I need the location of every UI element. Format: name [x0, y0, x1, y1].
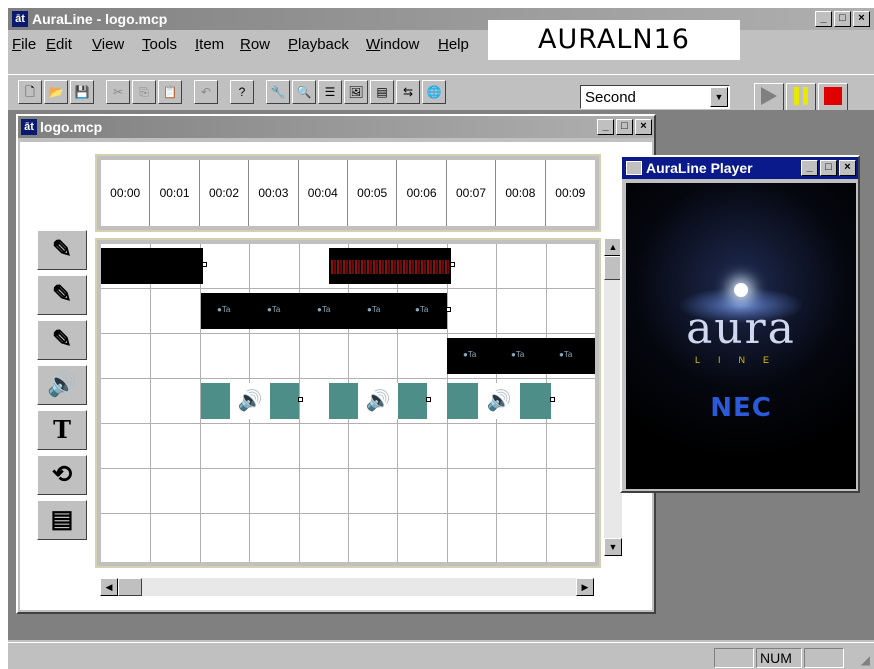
document-titlebar[interactable]: āt logo.mcp _ □ × [18, 116, 654, 138]
time-cell: 00:02 [200, 160, 250, 226]
player-window: AuraLine Player _ □ × aura LINE NEC [620, 155, 860, 493]
menu-file[interactable]: File [12, 36, 36, 53]
menu-row[interactable]: Row [240, 36, 270, 53]
menu-edit[interactable]: Edit [46, 36, 72, 53]
menu-bar: File Edit View Tools Item Row Playback W… [8, 32, 488, 54]
player-title: AuraLine Player [646, 160, 753, 176]
rows-icon[interactable]: ☰ [318, 80, 342, 104]
player-minimize-button[interactable]: _ [801, 160, 818, 176]
aura-logo: aura [686, 303, 796, 354]
scroll-right-icon[interactable]: ▶ [576, 578, 594, 596]
num-lock-indicator: NUM [756, 648, 802, 668]
menu-tools[interactable]: Tools [142, 36, 177, 53]
stop-icon[interactable] [818, 83, 848, 111]
close-button[interactable]: × [853, 11, 870, 27]
menu-playback[interactable]: Playback [288, 36, 349, 53]
speed-select-value: Second [585, 89, 636, 106]
time-cell: 00:05 [348, 160, 398, 226]
properties-icon[interactable]: 🔧 [266, 80, 290, 104]
doc-maximize-button[interactable]: □ [616, 119, 633, 135]
time-cell: 00:06 [397, 160, 447, 226]
scroll-left-icon[interactable]: ◀ [100, 578, 118, 596]
undo-icon[interactable]: ↶ [194, 80, 218, 104]
time-cell: 00:01 [150, 160, 200, 226]
status-bar: NUM ◢ [8, 642, 874, 669]
speed-select[interactable]: Second ▼ [580, 85, 730, 109]
list-icon[interactable]: ▤ [370, 80, 394, 104]
menu-item[interactable]: Item [195, 36, 224, 53]
scroll-down-icon[interactable]: ▼ [604, 538, 622, 556]
audio-row-icon[interactable]: 🔊 [37, 365, 87, 405]
auraline-app-icon[interactable]: āt [12, 11, 28, 27]
open-folder-icon[interactable]: 📂 [44, 80, 68, 104]
zoom-icon[interactable]: 🔍 [292, 80, 316, 104]
graphics-row-icon[interactable]: ✎ [37, 275, 87, 315]
player-preview: aura LINE NEC [626, 183, 856, 489]
resize-grip-icon[interactable]: ◢ [861, 653, 870, 667]
lens-flare [734, 283, 748, 297]
time-cell: 00:08 [496, 160, 546, 226]
horizontal-scroll-thumb[interactable] [118, 578, 142, 596]
notes-row-icon[interactable]: ▤ [37, 500, 87, 540]
graphics-row-icon[interactable]: ✎ [37, 230, 87, 270]
player-titlebar[interactable]: AuraLine Player _ □ × [622, 157, 858, 179]
new-file-icon[interactable]: 🗋 [18, 80, 42, 104]
graphics-row-icon[interactable]: ✎ [37, 320, 87, 360]
minimize-button[interactable]: _ [815, 11, 832, 27]
graphic-clip[interactable]: ●Ta ●Ta ●Ta ●Ta ●Ta [201, 293, 451, 329]
help-icon[interactable]: ? [230, 80, 254, 104]
horizontal-scrollbar[interactable]: ◀ ▶ [100, 578, 594, 596]
time-cell: 00:04 [299, 160, 348, 226]
copy-icon[interactable]: ⎘ [132, 80, 156, 104]
aura-logo-sub: LINE [694, 355, 787, 365]
main-titlebar[interactable]: āt AuraLine - logo.mcp _ □ × [8, 8, 874, 30]
menu-view[interactable]: View [92, 36, 124, 53]
graphic-clip[interactable] [329, 248, 455, 284]
text-row-icon[interactable]: T [37, 410, 87, 450]
toolbar: 🗋 📂 💾 ✂ ⎘ 📋 ↶ ? 🔧 🔍 ☰ 🖼 ▤ ⇆ 🌐 Second ▼ [8, 74, 874, 111]
doc-minimize-button[interactable]: _ [597, 119, 614, 135]
brand-label: AURALN16 [488, 20, 740, 60]
menu-window[interactable]: Window [366, 36, 419, 53]
timeline-editor: 00:00 00:01 00:02 00:03 00:04 00:05 00:0… [20, 142, 652, 610]
speaker-icon: 🔊 [230, 383, 270, 419]
player-close-button[interactable]: × [839, 160, 856, 176]
transition-row-icon[interactable]: ⟲ [37, 455, 87, 495]
play-icon[interactable] [754, 83, 784, 111]
doc-close-button[interactable]: × [635, 119, 652, 135]
nec-logo: NEC [710, 393, 772, 423]
time-ruler: 00:00 00:01 00:02 00:03 00:04 00:05 00:0… [95, 154, 601, 232]
graphic-clip[interactable] [101, 248, 207, 284]
transfer-icon[interactable]: ⇆ [396, 80, 420, 104]
globe-icon[interactable]: 🌐 [422, 80, 446, 104]
document-window: āt logo.mcp _ □ × 00:00 00:01 00:02 00:0… [16, 114, 656, 614]
time-cell: 00:00 [101, 160, 151, 226]
player-window-icon[interactable] [626, 161, 642, 175]
document-title: logo.mcp [40, 119, 103, 135]
pause-icon[interactable] [786, 83, 816, 111]
save-icon[interactable]: 💾 [70, 80, 94, 104]
graphic-clip[interactable]: ●Ta ●Ta ●Ta [447, 338, 595, 374]
status-panel [714, 648, 754, 668]
status-panel [804, 648, 844, 668]
maximize-button[interactable]: □ [834, 11, 851, 27]
chevron-down-icon[interactable]: ▼ [710, 87, 728, 107]
audio-clip[interactable]: 🔊 [201, 383, 303, 419]
document-icon[interactable]: āt [21, 119, 37, 135]
main-window: āt AuraLine - logo.mcp _ □ × File Edit V… [8, 8, 874, 669]
preview-icon[interactable]: 🖼 [344, 80, 368, 104]
menu-help[interactable]: Help [438, 36, 469, 53]
time-cell: 00:09 [555, 186, 586, 200]
paste-icon[interactable]: 📋 [158, 80, 182, 104]
time-cell: 00:07 [447, 160, 497, 226]
speaker-icon: 🔊 [478, 383, 520, 419]
window-title: AuraLine - logo.mcp [32, 11, 168, 27]
player-maximize-button[interactable]: □ [820, 160, 837, 176]
cut-icon[interactable]: ✂ [106, 80, 130, 104]
speaker-icon: 🔊 [358, 383, 398, 419]
timeline-grid: ●Ta ●Ta ●Ta ●Ta ●Ta ●Ta ●Ta ●Ta 🔊 🔊 🔊 [95, 238, 601, 568]
time-cell: 00:03 [249, 160, 299, 226]
audio-clip[interactable]: 🔊 [447, 383, 555, 419]
audio-clip[interactable]: 🔊 [329, 383, 431, 419]
